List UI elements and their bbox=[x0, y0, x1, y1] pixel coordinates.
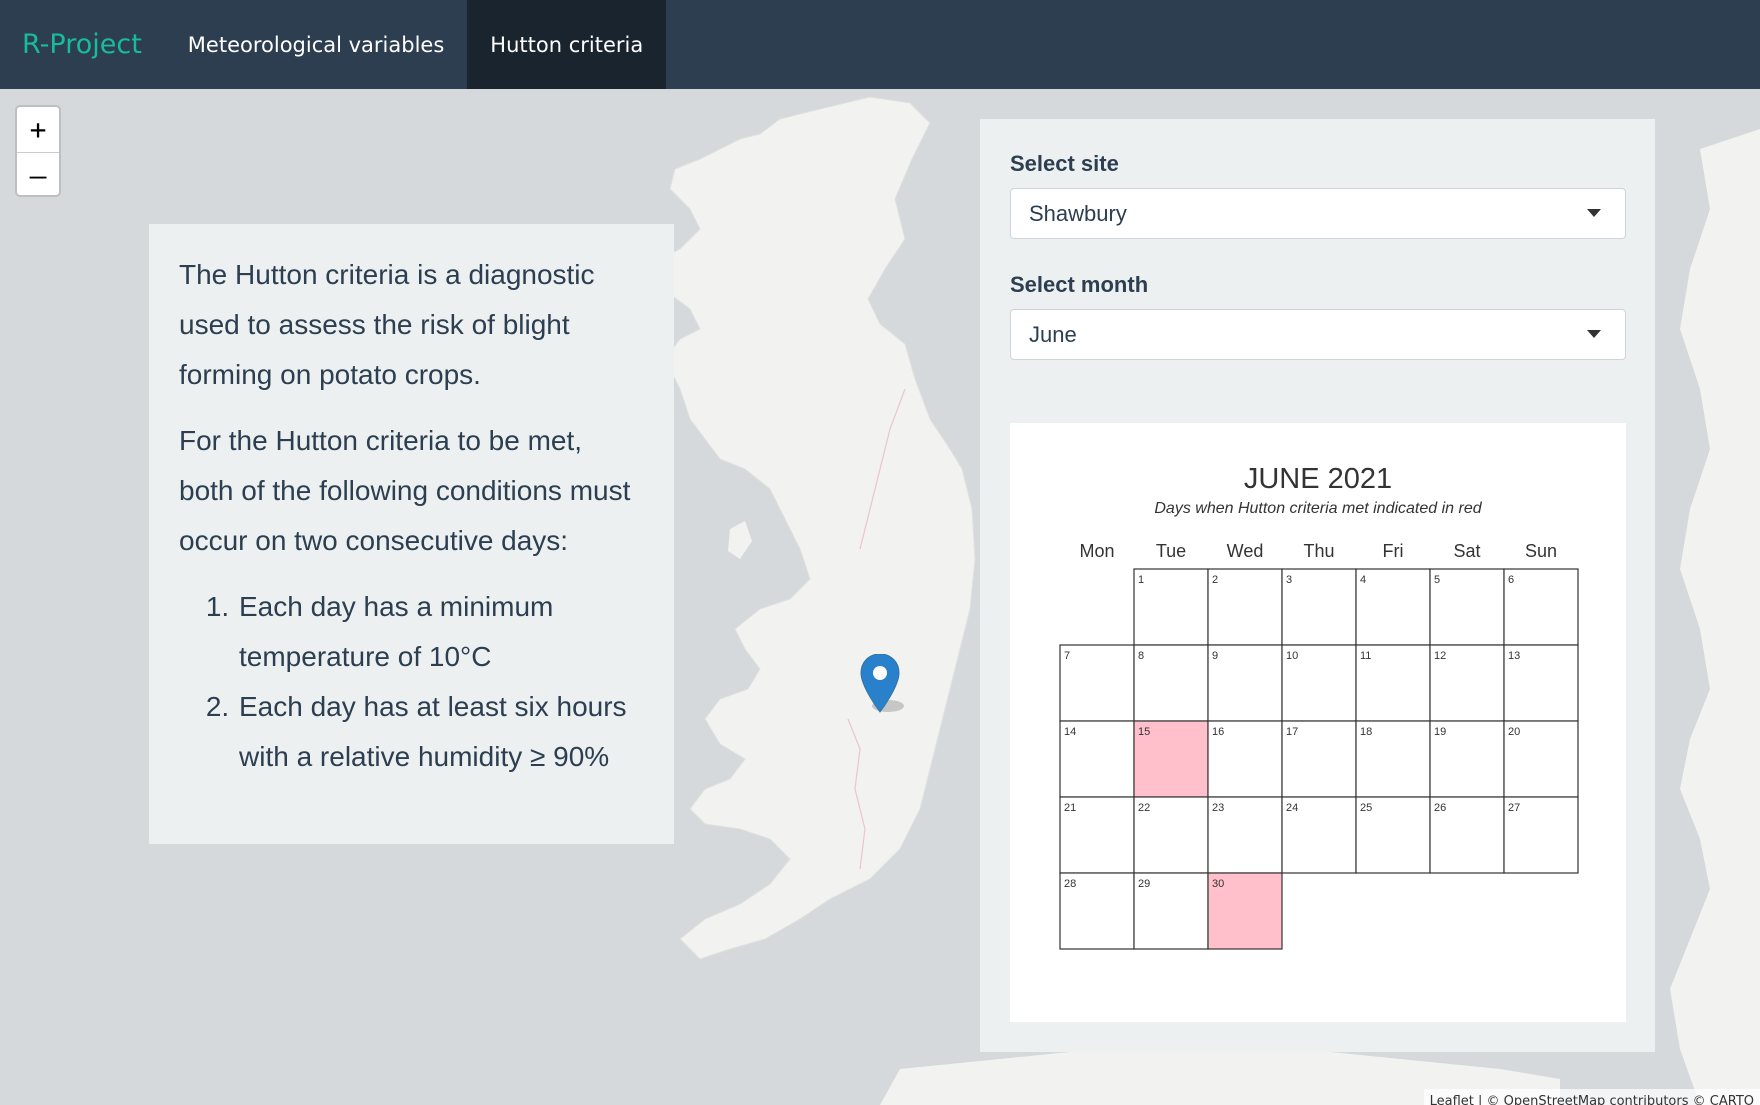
calendar-day-cell bbox=[1207, 644, 1283, 722]
calendar-day-cell bbox=[1133, 568, 1209, 646]
calendar-day-number: 7 bbox=[1064, 650, 1070, 662]
chevron-down-icon bbox=[1587, 330, 1601, 338]
calendar-day-number: 19 bbox=[1434, 726, 1446, 738]
site-select-value: Shawbury bbox=[1029, 200, 1127, 226]
calendar-day-number: 30 bbox=[1212, 878, 1224, 890]
calendar-day-cell bbox=[1281, 568, 1357, 646]
calendar-day-number: 4 bbox=[1360, 574, 1366, 586]
calendar-title: JUNE 2021 bbox=[1244, 463, 1392, 495]
navbar: R-Project Meteorological variables Hutto… bbox=[0, 0, 1760, 89]
calendar-day-number: 2 bbox=[1212, 574, 1218, 586]
calendar-day-number: 8 bbox=[1138, 650, 1144, 662]
calendar-day-number: 23 bbox=[1212, 802, 1224, 814]
calendar-day-number: 18 bbox=[1360, 726, 1372, 738]
hutton-condition-item: Each day has a minimum temperature of 10… bbox=[237, 582, 644, 682]
calendar-day-number: 5 bbox=[1434, 574, 1440, 586]
hutton-info-panel: The Hutton criteria is a diagnostic used… bbox=[149, 224, 674, 844]
calendar-day-cell bbox=[1503, 568, 1579, 646]
hutton-calendar-plot: JUNE 2021 Days when Hutton criteria met i… bbox=[1010, 423, 1626, 1022]
calendar-day-number: 22 bbox=[1138, 802, 1150, 814]
hutton-conditions-intro: For the Hutton criteria to be met, both … bbox=[179, 425, 631, 556]
calendar-day-number: 28 bbox=[1064, 878, 1076, 890]
calendar-day-number: 27 bbox=[1508, 802, 1520, 814]
chevron-down-icon bbox=[1587, 209, 1601, 217]
calendar-day-number: 16 bbox=[1212, 726, 1224, 738]
calendar-day-number: 12 bbox=[1434, 650, 1446, 662]
hutton-conditions-list: Each day has a minimum temperature of 10… bbox=[179, 582, 644, 782]
calendar-day-number: 3 bbox=[1286, 574, 1292, 586]
calendar-weekday-label: Sun bbox=[1525, 541, 1557, 561]
calendar-day-cell bbox=[1207, 568, 1283, 646]
calendar-weekday-label: Mon bbox=[1079, 541, 1114, 561]
calendar-subtitle: Days when Hutton criteria met indicated … bbox=[1154, 500, 1482, 517]
hutton-intro-text: The Hutton criteria is a diagnostic used… bbox=[179, 259, 595, 390]
map-pin-icon[interactable] bbox=[860, 653, 920, 720]
calendar-day-number: 24 bbox=[1286, 802, 1298, 814]
calendar-weekday-label: Wed bbox=[1227, 541, 1264, 561]
calendar-day-number: 26 bbox=[1434, 802, 1446, 814]
calendar-day-cell bbox=[1133, 644, 1209, 722]
zoom-control: + – bbox=[15, 105, 61, 197]
brand-title[interactable]: R-Project bbox=[0, 0, 165, 89]
calendar-day-cell bbox=[1059, 644, 1135, 722]
zoom-out-button[interactable]: – bbox=[17, 153, 59, 195]
calendar-weekday-label: Thu bbox=[1303, 541, 1334, 561]
calendar-day-number: 14 bbox=[1064, 726, 1076, 738]
calendar-weekday-label: Tue bbox=[1156, 541, 1186, 561]
calendar-day-number: 11 bbox=[1360, 650, 1371, 662]
tab-hutton-criteria[interactable]: Hutton criteria bbox=[467, 0, 667, 89]
calendar-day-number: 21 bbox=[1064, 802, 1076, 814]
calendar-day-number: 17 bbox=[1286, 726, 1298, 738]
month-select[interactable]: June bbox=[1010, 309, 1626, 360]
calendar-day-number: 9 bbox=[1212, 650, 1218, 662]
calendar-weekday-label: Fri bbox=[1383, 541, 1404, 561]
calendar-day-number: 20 bbox=[1508, 726, 1520, 738]
controls-panel: Select site Shawbury Select month June J… bbox=[980, 119, 1655, 1052]
month-select-value: June bbox=[1029, 321, 1077, 347]
calendar-day-number: 1 bbox=[1138, 574, 1144, 586]
select-month-label: Select month bbox=[1010, 272, 1149, 297]
calendar-day-number: 13 bbox=[1508, 650, 1520, 662]
calendar-day-number: 10 bbox=[1286, 650, 1298, 662]
calendar-weekday-label: Sat bbox=[1453, 541, 1480, 561]
calendar-day-number: 25 bbox=[1360, 802, 1372, 814]
calendar-day-number: 29 bbox=[1138, 878, 1150, 890]
calendar-day-number: 15 bbox=[1138, 726, 1150, 738]
select-site-label: Select site bbox=[1010, 151, 1119, 176]
zoom-in-button[interactable]: + bbox=[17, 107, 59, 153]
tab-meteorological-variables[interactable]: Meteorological variables bbox=[165, 0, 468, 89]
calendar-day-cell bbox=[1355, 568, 1431, 646]
calendar-day-number: 6 bbox=[1508, 574, 1514, 586]
hutton-condition-item: Each day has at least six hours with a r… bbox=[237, 682, 644, 782]
calendar-chart: JUNE 2021 Days when Hutton criteria met i… bbox=[1059, 463, 1579, 950]
calendar-day-cell bbox=[1429, 568, 1505, 646]
site-select[interactable]: Shawbury bbox=[1010, 188, 1626, 239]
map-attribution[interactable]: Leaflet | © OpenStreetMap contributors ©… bbox=[1423, 1089, 1760, 1105]
